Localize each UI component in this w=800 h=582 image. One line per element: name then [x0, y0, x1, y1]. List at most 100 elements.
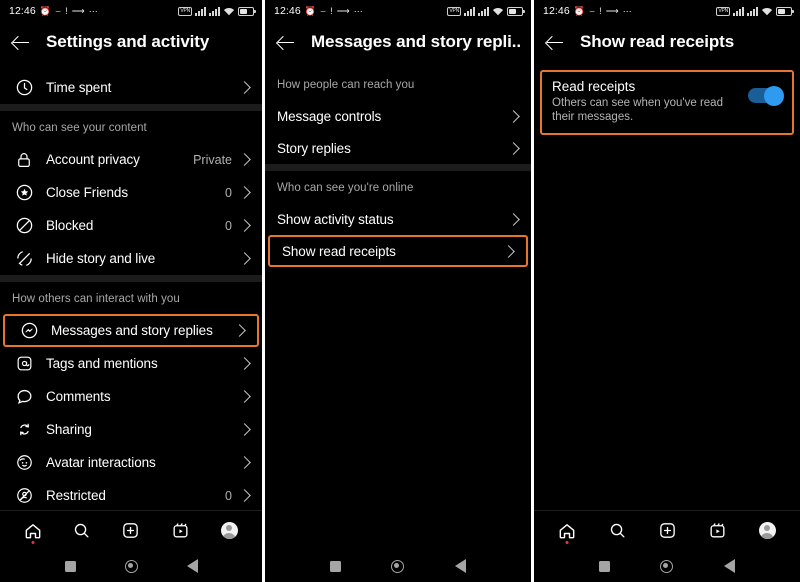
tab-search[interactable]	[67, 517, 97, 545]
settings-row-show-activity-status[interactable]: Show activity status	[265, 203, 531, 235]
settings-row-tags-and-mentions[interactable]: Tags and mentions	[0, 347, 262, 380]
restricted-icon	[12, 484, 36, 508]
status-bar-left: 12:46 ⏰ ⌣ ! ⟶ ⋯	[543, 5, 632, 17]
section-divider	[0, 104, 262, 111]
row-label: Blocked	[46, 218, 94, 233]
battery-icon	[776, 6, 794, 16]
settings-row-comments[interactable]: Comments	[0, 380, 262, 413]
tab-home[interactable]	[18, 517, 48, 545]
home-circle-icon[interactable]	[124, 559, 138, 573]
row-value: 0	[225, 218, 232, 233]
row-label: Comments	[46, 389, 111, 404]
settings-row-restricted[interactable]: Restricted 0	[0, 479, 262, 512]
clock-icon	[12, 76, 36, 100]
status-time: 12:46	[543, 5, 570, 17]
panel-show-read-receipts: 12:46 ⏰ ⌣ ! ⟶ ⋯ VPN Show read receipts R…	[534, 0, 800, 582]
call-forward-icon: ⌣	[55, 5, 62, 16]
row-value: 0	[225, 185, 232, 200]
call-forward-icon: ⌣	[589, 5, 596, 16]
avatar-face-icon	[12, 451, 36, 475]
vpn-icon: VPN	[716, 6, 730, 16]
chevron-right-icon	[238, 489, 251, 502]
blocked-icon	[12, 214, 36, 238]
screenshot-board: 12:46 ⏰ ⌣ ! ⟶ ⋯ VPN Settings and activit…	[0, 0, 800, 582]
tab-create[interactable]	[116, 517, 146, 545]
tab-home[interactable]	[552, 517, 582, 545]
chevron-right-icon	[233, 324, 246, 337]
home-circle-icon[interactable]	[660, 559, 674, 573]
read-receipts-toggle[interactable]	[748, 85, 784, 106]
status-bar: 12:46 ⏰ ⌣ ! ⟶ ⋯ VPN	[0, 0, 262, 22]
settings-row-avatar-interactions[interactable]: Avatar interactions	[0, 446, 262, 479]
vpn-icon: VPN	[447, 6, 461, 16]
app-header-3: Show read receipts	[534, 22, 800, 62]
hide-story-icon	[12, 247, 36, 271]
page-title: Settings and activity	[46, 32, 210, 51]
signal-2-icon	[209, 6, 220, 16]
read-receipts-title: Read receipts	[552, 79, 636, 94]
back-button[interactable]	[275, 31, 297, 53]
back-triangle-icon[interactable]	[723, 559, 735, 573]
tab-reels[interactable]	[702, 517, 732, 545]
chevron-right-icon	[502, 244, 515, 258]
vpn-icon: VPN	[178, 6, 192, 16]
page-title: Messages and story repli...	[311, 32, 521, 51]
read-receipts-setting[interactable]: Read receipts Others can see when you've…	[540, 70, 794, 135]
chevron-right-icon	[238, 219, 251, 232]
page-title: Show read receipts	[580, 32, 735, 51]
settings-row-account-privacy[interactable]: Account privacy Private	[0, 143, 262, 176]
tab-search[interactable]	[602, 517, 632, 545]
messenger-icon	[17, 319, 41, 343]
settings-row-show-read-receipts[interactable]: Show read receipts	[268, 235, 528, 267]
back-triangle-icon[interactable]	[454, 559, 466, 573]
chevron-right-icon	[507, 212, 520, 226]
settings-row-message-controls[interactable]: Message controls	[265, 100, 531, 132]
settings-row-close-friends[interactable]: Close Friends 0	[0, 176, 262, 209]
tab-profile[interactable]	[214, 517, 244, 545]
settings-row-messages-and-story-replies[interactable]: Messages and story replies	[3, 314, 259, 347]
tab-bar	[0, 510, 262, 550]
row-label: Avatar interactions	[46, 455, 156, 470]
status-bar-right: VPN	[178, 6, 256, 16]
section-label-how-people-reach-you: How people can reach you	[277, 79, 415, 91]
bottom-area-1	[0, 510, 262, 582]
settings-row-story-replies[interactable]: Story replies	[265, 132, 531, 164]
alarm-icon: ⏰	[39, 5, 52, 16]
row-label: Sharing	[46, 422, 92, 437]
signal-1-icon	[195, 6, 206, 16]
data-icon: ⟶	[336, 5, 350, 16]
lock-icon	[12, 148, 36, 172]
alert-icon: !	[599, 5, 602, 16]
home-circle-icon[interactable]	[391, 559, 405, 573]
recents-square-icon[interactable]	[599, 560, 611, 572]
status-bar-right: VPN	[716, 6, 794, 16]
chevron-right-icon	[507, 141, 520, 155]
section-divider	[265, 164, 531, 171]
row-label: Story replies	[277, 140, 351, 156]
settings-row-hide-story-and-live[interactable]: Hide story and live	[0, 242, 262, 275]
tab-reels[interactable]	[165, 517, 195, 545]
app-header-2: Messages and story repli...	[265, 22, 531, 62]
wifi-icon	[493, 7, 503, 16]
wifi-icon	[762, 7, 772, 16]
settings-row-sharing[interactable]: Sharing	[0, 413, 262, 446]
back-button[interactable]	[10, 31, 32, 53]
recents-square-icon[interactable]	[330, 560, 342, 572]
settings-row-time-spent[interactable]: Time spent	[0, 71, 262, 104]
alarm-icon: ⏰	[573, 5, 586, 16]
back-triangle-icon[interactable]	[186, 559, 198, 573]
alert-icon: !	[65, 5, 68, 16]
settings-row-blocked[interactable]: Blocked 0	[0, 209, 262, 242]
chevron-right-icon	[238, 153, 251, 166]
row-label: Show activity status	[277, 211, 394, 227]
bottom-area-3	[534, 510, 800, 582]
section-divider	[0, 275, 262, 282]
tab-create[interactable]	[652, 517, 682, 545]
tab-profile[interactable]	[752, 517, 782, 545]
android-nav-bar	[265, 550, 531, 582]
recents-square-icon[interactable]	[64, 560, 76, 572]
more-dots-icon: ⋯	[88, 5, 98, 16]
back-button[interactable]	[544, 31, 566, 53]
alert-icon: !	[330, 5, 333, 16]
row-label: Close Friends	[46, 185, 128, 200]
